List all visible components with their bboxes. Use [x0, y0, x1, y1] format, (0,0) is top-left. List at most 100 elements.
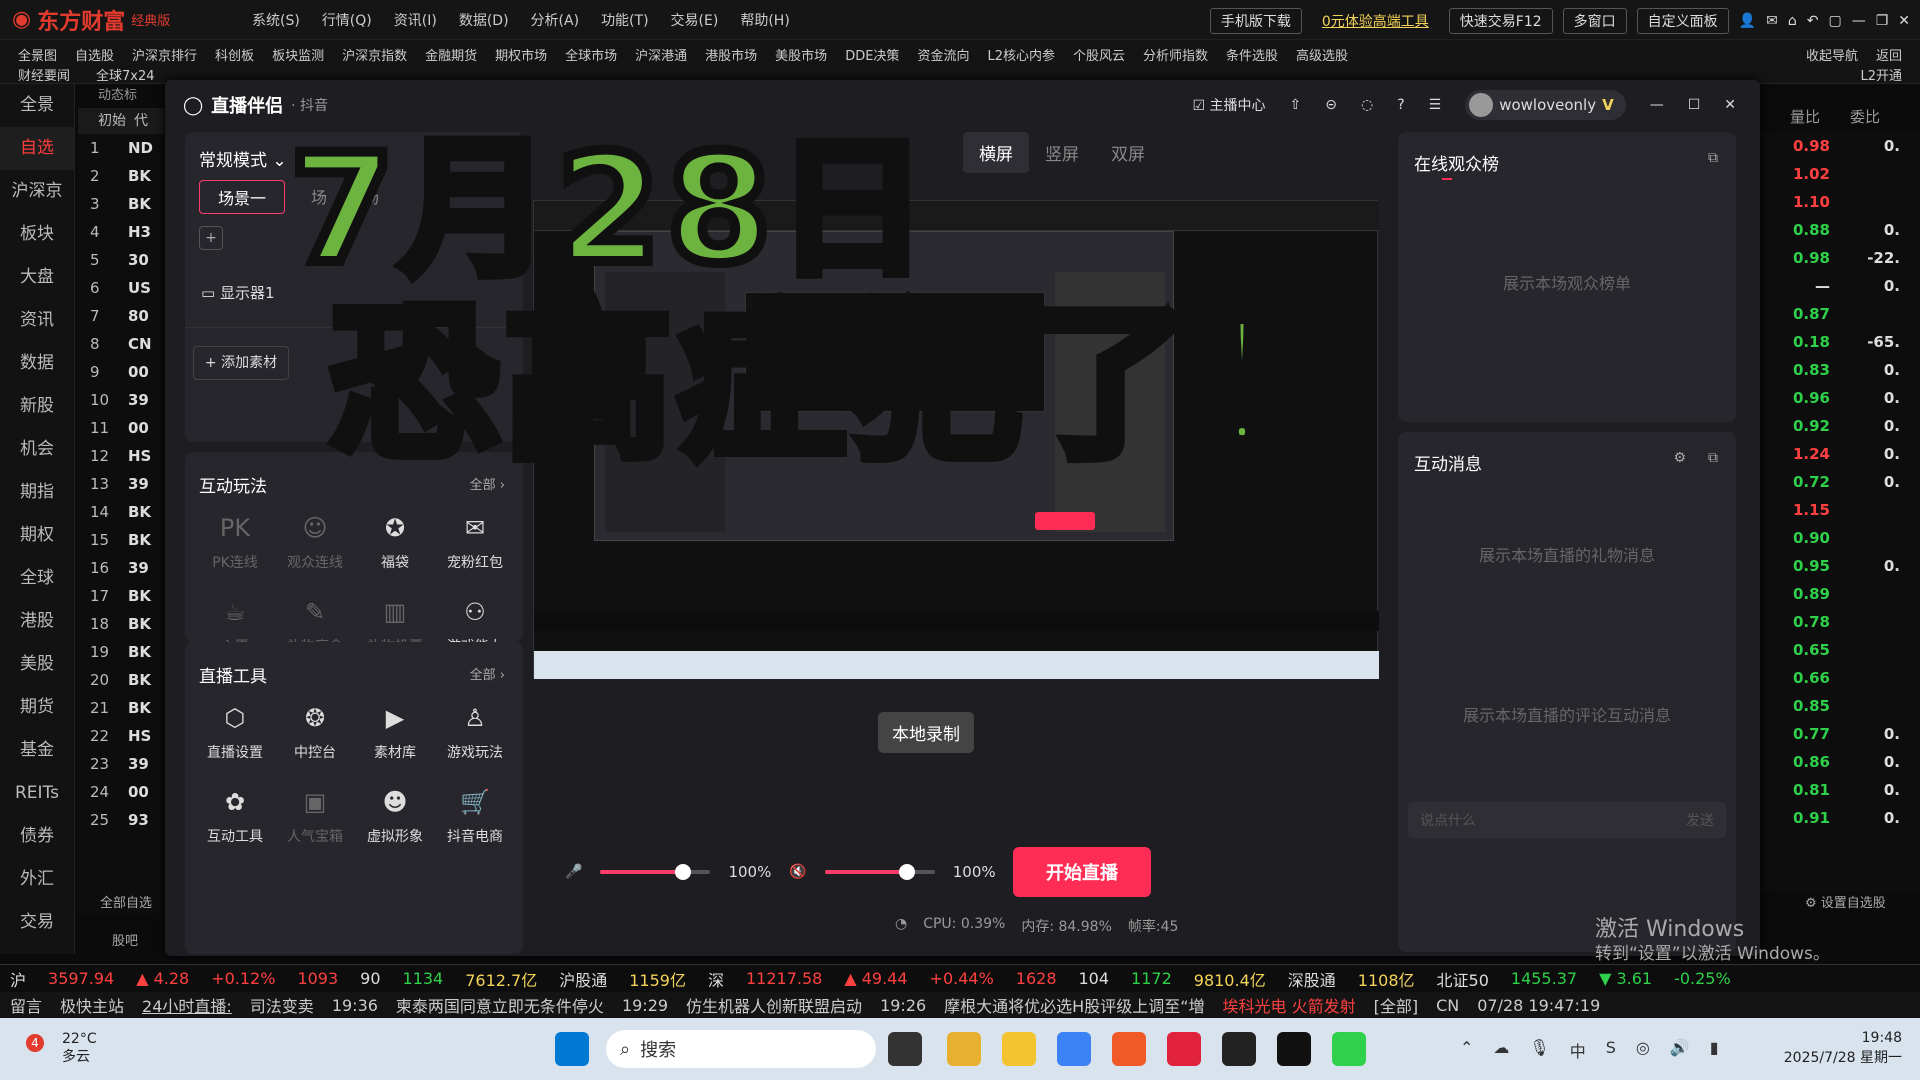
stock-tab[interactable]: 动态标 — [78, 84, 164, 108]
popout-icon[interactable]: ⧉ — [1708, 150, 1718, 166]
sidebar-item[interactable]: 全球 — [0, 557, 74, 600]
tab-portrait[interactable]: 竖屏 — [1029, 132, 1095, 173]
initial-sort-header[interactable]: 初始 — [98, 108, 126, 134]
add-source-button[interactable]: + 添加素材 — [193, 346, 289, 380]
menu-item[interactable]: 交易(E) — [671, 10, 719, 30]
table-row[interactable]: 0.91 0. — [1760, 804, 1920, 832]
table-row[interactable]: 14 BK — [78, 498, 164, 526]
nav-item[interactable]: 港股市场 — [705, 45, 757, 64]
interact-item[interactable]: ✉ 宠粉红包 — [435, 512, 515, 572]
tools-item[interactable]: ❂ 中控台 — [275, 702, 355, 762]
menu-icon[interactable]: ☰ — [1429, 97, 1442, 113]
menu-item[interactable]: 分析(A) — [531, 10, 580, 30]
table-row[interactable]: 3 BK — [78, 190, 164, 218]
tray-chevron-icon[interactable]: ⌃ — [1460, 1038, 1473, 1062]
table-row[interactable]: 5 30 — [78, 246, 164, 274]
interact-item[interactable]: PK PK连线 — [195, 512, 275, 572]
tray-app-icon[interactable]: S — [1606, 1038, 1616, 1062]
sh-label[interactable]: 沪 — [10, 967, 26, 991]
chat-icon[interactable]: ◌ — [1361, 97, 1373, 113]
hgt-label[interactable]: 沪股通 — [559, 967, 607, 991]
table-row[interactable]: 0.95 0. — [1760, 552, 1920, 580]
volume-ratio-header[interactable]: 量比 — [1790, 106, 1820, 127]
anchor-center-button[interactable]: ☑ 主播中心 — [1192, 95, 1265, 115]
file-explorer-icon[interactable] — [1002, 1032, 1036, 1066]
sidebar-item[interactable]: 期权 — [0, 514, 74, 557]
table-row[interactable]: 0.65 — [1760, 636, 1920, 664]
tools-all-link[interactable]: 全部 › — [470, 664, 505, 683]
nav-item[interactable]: 沪深京排行 — [132, 45, 197, 64]
table-row[interactable]: 1 ND — [78, 134, 164, 162]
user-badge[interactable]: wowloveonly V — [1465, 90, 1626, 120]
wechat-icon[interactable] — [1332, 1032, 1366, 1066]
table-row[interactable]: 0.98 -22. — [1760, 244, 1920, 272]
nav-item[interactable]: DDE决策 — [845, 45, 899, 64]
home-icon[interactable]: ⌂ — [1788, 13, 1797, 29]
tray-network-icon[interactable]: ◎ — [1636, 1038, 1650, 1062]
table-row[interactable]: 18 BK — [78, 610, 164, 638]
weather-widget[interactable]: 4 22°C 多云 — [26, 1030, 97, 1066]
nav-item[interactable]: 高级选股 — [1296, 45, 1348, 64]
table-row[interactable]: 11 00 — [78, 414, 164, 442]
nav-item[interactable]: 期权市场 — [495, 45, 547, 64]
mic-volume-knob[interactable] — [674, 864, 691, 880]
sidebar-item[interactable]: 板块 — [0, 213, 74, 256]
multi-window-button[interactable]: 多窗口 — [1562, 8, 1627, 34]
news3-headline[interactable]: 摩根大通将优必选H股评级上调至“増 — [944, 993, 1204, 1017]
tools-item[interactable]: ☻ 虚拟形象 — [355, 786, 435, 846]
tools-item[interactable]: 🛒 抖音电商 — [435, 786, 515, 846]
tools-item[interactable]: ♙ 游戏玩法 — [435, 702, 515, 762]
screen-icon[interactable]: ⊝ — [1325, 97, 1337, 113]
tray-ime-icon[interactable]: 中 — [1570, 1038, 1586, 1062]
quick-trade-button[interactable]: 快速交易F12 — [1448, 8, 1553, 34]
tools-item[interactable]: ▶ 素材库 — [355, 702, 435, 762]
table-row[interactable]: 2 BK — [78, 162, 164, 190]
sidebar-item[interactable]: 资讯 — [0, 299, 74, 342]
user-icon[interactable]: 👤 — [1739, 13, 1756, 29]
tools-item[interactable]: ⬡ 直播设置 — [195, 702, 275, 762]
table-row[interactable]: 9 00 — [78, 358, 164, 386]
table-row[interactable]: 4 H3 — [78, 218, 164, 246]
table-row[interactable]: 21 BK — [78, 694, 164, 722]
l2-open-link[interactable]: L2开通 — [1860, 65, 1902, 84]
nav-item[interactable]: 板块监测 — [272, 45, 324, 64]
fast-site-link[interactable]: 极快主站 — [60, 993, 124, 1017]
nav-item[interactable]: 个股风云 — [1073, 45, 1125, 64]
news2-headline[interactable]: 仿生机器人创新联盟启动 — [686, 993, 862, 1017]
sidebar-item[interactable]: 机会 — [0, 428, 74, 471]
nav-item[interactable]: 财经要闻 — [18, 65, 70, 84]
sidebar-item[interactable]: 美股 — [0, 643, 74, 686]
upload-icon[interactable]: ⇧ — [1290, 97, 1302, 113]
message-popout-icon[interactable]: ⧉ — [1708, 450, 1718, 466]
sidebar-item[interactable]: 沪深京 — [0, 170, 74, 213]
help-icon[interactable]: ? — [1397, 97, 1404, 113]
speaker-mute-icon[interactable]: 🔇 — [789, 864, 806, 880]
menu-item[interactable]: 帮助(H) — [740, 10, 789, 30]
nav-item[interactable]: 全球市场 — [565, 45, 617, 64]
table-row[interactable]: 0.66 — [1760, 664, 1920, 692]
microphone-icon[interactable]: 🎤 — [565, 864, 582, 880]
nav-item[interactable]: 全球7x24 — [96, 65, 155, 84]
all-watchlist-tab[interactable]: 全部自选 — [100, 892, 152, 911]
table-row[interactable]: 15 BK — [78, 526, 164, 554]
bz50-label[interactable]: 北证50 — [1437, 967, 1489, 991]
table-row[interactable]: 7 80 — [78, 302, 164, 330]
sidebar-item[interactable]: 数据 — [0, 342, 74, 385]
table-row[interactable]: 0.92 0. — [1760, 412, 1920, 440]
mail-icon[interactable]: ✉ — [1766, 13, 1778, 29]
table-row[interactable]: 0.18 -65. — [1760, 328, 1920, 356]
table-row[interactable]: 1.15 — [1760, 496, 1920, 524]
table-row[interactable]: 6 US — [78, 274, 164, 302]
message-link[interactable]: 留言 — [10, 993, 42, 1017]
tray-battery-icon[interactable]: ▮ — [1710, 1038, 1719, 1062]
skin-icon[interactable]: ▢ — [1828, 13, 1841, 29]
start-live-button[interactable]: 开始直播 — [1013, 847, 1151, 897]
table-row[interactable]: 0.78 — [1760, 608, 1920, 636]
table-row[interactable]: 0.77 0. — [1760, 720, 1920, 748]
sidebar-item[interactable]: 自选 — [0, 127, 74, 170]
table-row[interactable]: 25 93 — [78, 806, 164, 834]
message-settings-icon[interactable]: ⚙ — [1673, 450, 1686, 466]
close-icon[interactable]: ✕ — [1898, 13, 1910, 29]
nav-item[interactable]: 全景图 — [18, 45, 57, 64]
tray-cloud-icon[interactable]: ☁ — [1493, 1038, 1509, 1062]
